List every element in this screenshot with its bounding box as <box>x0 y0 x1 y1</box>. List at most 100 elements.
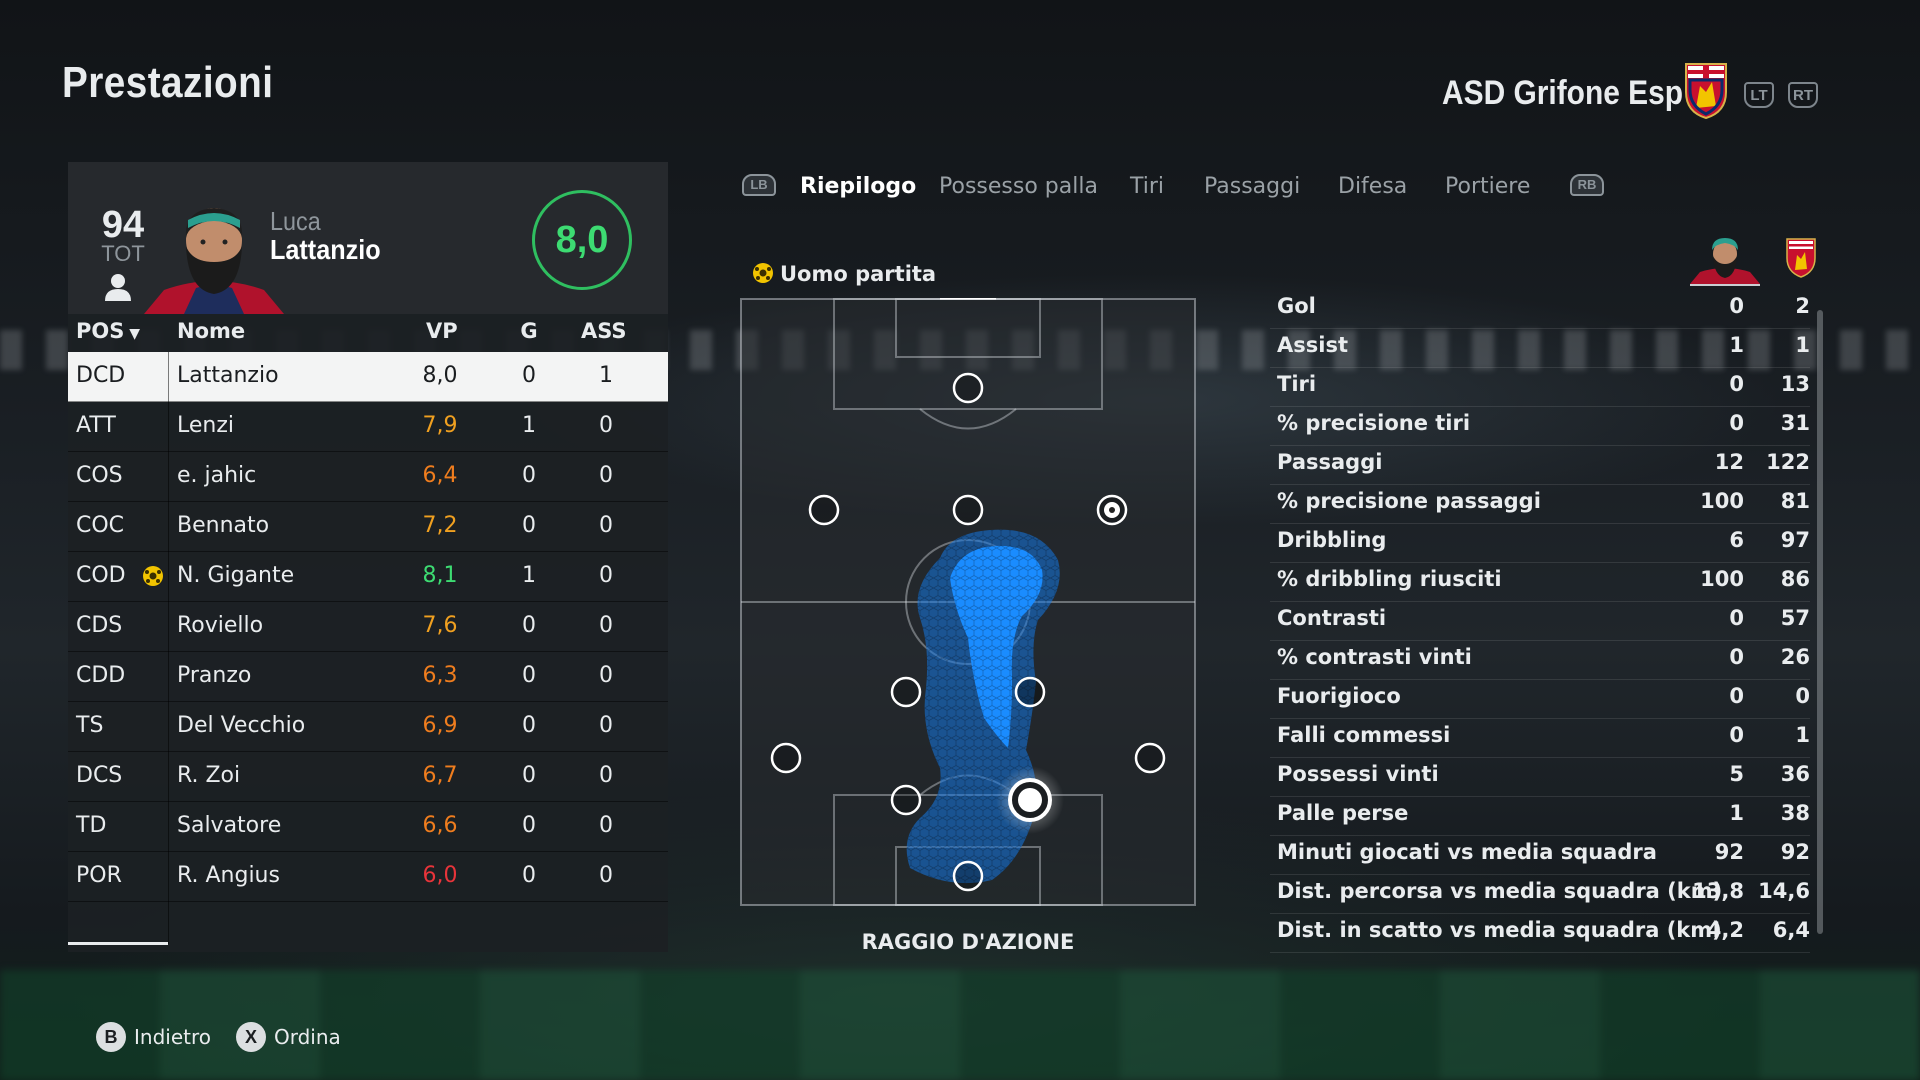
table-row[interactable]: ATT Lenzi 7,9 1 0 <box>68 402 668 452</box>
row-player-name: Lenzi <box>177 413 235 438</box>
stat-player-value: 0 <box>1729 411 1744 435</box>
player-name: Luca Lattanzio <box>270 207 381 265</box>
stat-label: Passaggi <box>1277 450 1383 474</box>
stat-team-value: 122 <box>1766 450 1810 474</box>
stat-team-value: 0 <box>1795 684 1810 708</box>
table-row[interactable]: COS e. jahic 6,4 0 0 <box>68 452 668 502</box>
table-row[interactable]: COC Bennato 7,2 0 0 <box>68 502 668 552</box>
stat-player-value: 0 <box>1729 372 1744 396</box>
row-assists: 0 <box>599 513 613 538</box>
tab-difesa[interactable]: Difesa <box>1338 174 1407 199</box>
stat-label: % dribbling riusciti <box>1277 567 1502 591</box>
stat-label: Contrasti <box>1277 606 1387 630</box>
row-position: DCS <box>76 763 123 788</box>
sort-label: Ordina <box>274 1025 341 1049</box>
column-header-name[interactable]: Nome <box>177 319 245 343</box>
stat-player-value: 1 <box>1729 801 1744 825</box>
table-row[interactable]: TD Salvatore 6,6 0 0 <box>68 802 668 852</box>
table-row[interactable]: DCS R. Zoi 6,7 0 0 <box>68 752 668 802</box>
stat-player-value: 0 <box>1729 294 1744 318</box>
row-rating: 6,0 <box>422 863 458 888</box>
stat-label: Gol <box>1277 294 1316 318</box>
stat-player-value: 100 <box>1700 567 1744 591</box>
stat-label: Dist. percorsa vs media squadra (km) <box>1277 879 1723 903</box>
stats-scrollbar[interactable] <box>1817 310 1823 934</box>
stats-tabs: LB Riepilogo Possesso palla Tiri Passagg… <box>740 170 1810 210</box>
column-header-pos[interactable]: POS ▼ <box>76 319 140 343</box>
row-position: COD <box>76 563 126 588</box>
tab-possesso-palla[interactable]: Possesso palla <box>939 174 1098 199</box>
tab-tiri[interactable]: Tiri <box>1130 174 1164 199</box>
row-rating: 6,4 <box>422 463 458 488</box>
row-player-name: Roviello <box>177 613 264 638</box>
row-goals: 0 <box>522 513 536 538</box>
column-header-ass[interactable]: ASS <box>581 319 627 343</box>
tab-portiere[interactable]: Portiere <box>1445 174 1530 199</box>
stat-row: Assist 1 1 <box>1270 329 1810 368</box>
tab-riepilogo[interactable]: Riepilogo <box>800 174 916 199</box>
table-row[interactable]: TS Del Vecchio 6,9 0 0 <box>68 702 668 752</box>
team-crest-small-icon <box>1786 238 1816 278</box>
man-of-the-match-label: Uomo partita <box>752 262 936 286</box>
stat-row: Dist. in scatto vs media squadra (km) 4,2… <box>1270 914 1810 953</box>
row-position: COS <box>76 463 123 488</box>
stat-row: Contrasti 0 57 <box>1270 602 1810 641</box>
table-row[interactable]: COD N. Gigante 8,1 1 0 <box>68 552 668 602</box>
stat-player-value: 13,8 <box>1692 879 1744 903</box>
player-list: DCD Lattanzio 8,0 0 1 ATT Lenzi 7,9 1 0 COS e. jahi… <box>68 352 668 902</box>
row-rating: 7,2 <box>422 513 458 538</box>
table-row[interactable]: DCD Lattanzio 8,0 0 1 <box>68 352 668 402</box>
row-rating: 6,9 <box>422 713 458 738</box>
row-assists: 0 <box>599 763 613 788</box>
table-header: POS ▼ Nome VP G ASS <box>68 314 668 348</box>
row-player-name: Del Vecchio <box>177 713 306 738</box>
stats-comparison-list: Gol 0 2 Assist 1 1 Tiri 0 13 % precisione tiri 0 31… <box>1270 290 1810 953</box>
stat-row: Gol 0 2 <box>1270 290 1810 329</box>
player-avatar <box>1690 238 1760 286</box>
person-icon <box>105 274 131 301</box>
row-assists: 0 <box>599 463 613 488</box>
row-player-name: Bennato <box>177 513 270 538</box>
rb-bumper-icon[interactable]: RB <box>1570 174 1604 196</box>
row-goals: 0 <box>522 763 536 788</box>
row-goals: 0 <box>522 463 536 488</box>
action-range-label: RAGGIO D'AZIONE <box>861 930 1075 954</box>
row-player-name: Pranzo <box>177 663 252 688</box>
row-goals: 0 <box>522 813 536 838</box>
row-assists: 0 <box>599 713 613 738</box>
row-assists: 1 <box>599 363 613 388</box>
x-button-icon: X <box>236 1022 266 1052</box>
tab-passaggi[interactable]: Passaggi <box>1204 174 1300 199</box>
stat-label: Possessi vinti <box>1277 762 1439 786</box>
row-player-name: R. Angius <box>177 863 280 888</box>
column-header-vp[interactable]: VP <box>426 319 458 343</box>
team-name: ASD Grifone Esp <box>1442 74 1684 112</box>
row-position: CDD <box>76 663 126 688</box>
stat-row: Tiri 0 13 <box>1270 368 1810 407</box>
rt-trigger-icon[interactable]: RT <box>1788 82 1818 108</box>
stat-team-value: 86 <box>1780 567 1810 591</box>
stat-player-value: 92 <box>1714 840 1744 864</box>
row-position: TS <box>76 713 104 738</box>
stat-row: Fuorigioco 0 0 <box>1270 680 1810 719</box>
stat-team-value: 1 <box>1795 333 1810 357</box>
column-header-g[interactable]: G <box>514 319 544 343</box>
stat-label: % contrasti vinti <box>1277 645 1472 669</box>
table-row[interactable]: CDS Roviello 7,6 0 0 <box>68 602 668 652</box>
player-match-rating: 8,0 <box>532 190 632 290</box>
stat-label: Fuorigioco <box>1277 684 1401 708</box>
stat-row: % contrasti vinti 0 26 <box>1270 641 1810 680</box>
stat-label: Tiri <box>1277 372 1317 396</box>
stat-player-value: 0 <box>1729 606 1744 630</box>
lb-bumper-icon[interactable]: LB <box>742 174 776 196</box>
stat-player-value: 6 <box>1729 528 1744 552</box>
table-row[interactable]: CDD Pranzo 6,3 0 0 <box>68 652 668 702</box>
stat-label: Dribbling <box>1277 528 1387 552</box>
position-column-divider <box>168 352 169 944</box>
stat-team-value: 2 <box>1795 294 1810 318</box>
table-row[interactable]: POR R. Angius 6,0 0 0 <box>68 852 668 902</box>
lt-trigger-icon[interactable]: LT <box>1744 82 1774 108</box>
row-rating: 8,1 <box>422 563 458 588</box>
stat-row: Passaggi 12 122 <box>1270 446 1810 485</box>
selected-player-header: 94 TOT Luca Lattanzio 8,0 <box>68 162 668 314</box>
